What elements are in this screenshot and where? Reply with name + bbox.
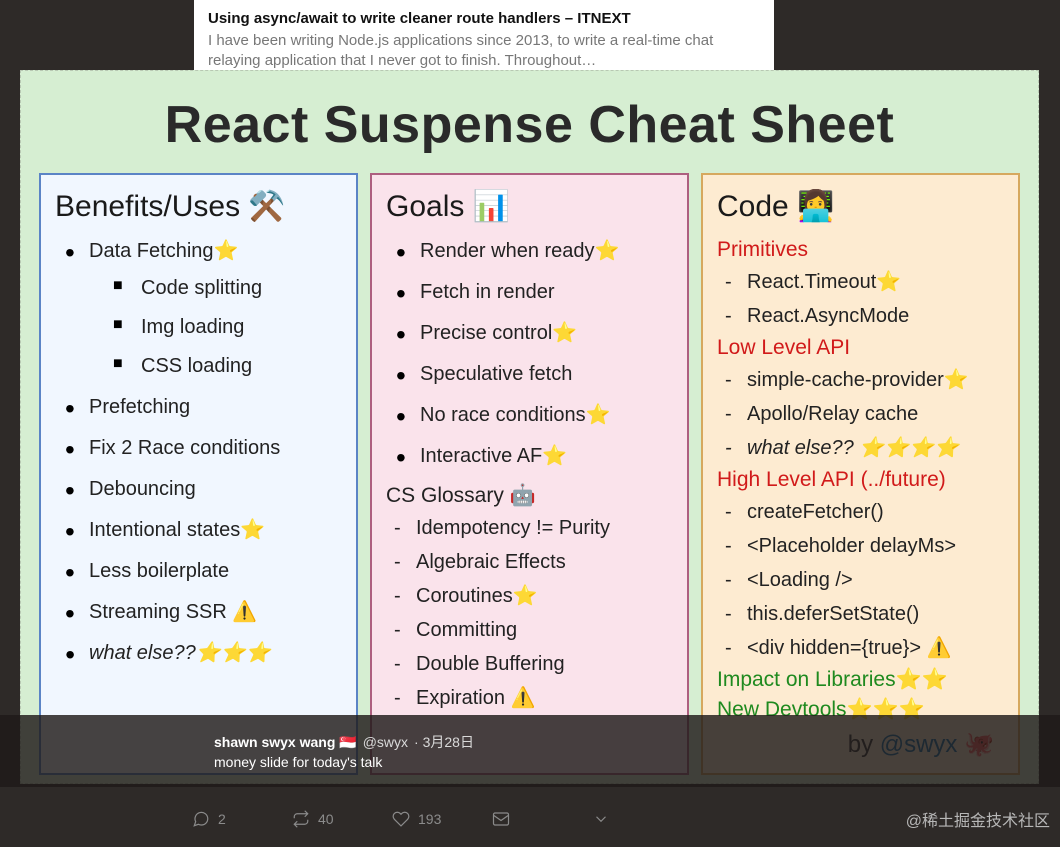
list-item: React.AsyncMode bbox=[719, 302, 1004, 330]
list-item: Precise control⭐ bbox=[394, 320, 673, 347]
watermark: @稀土掘金技术社区 bbox=[906, 807, 1050, 831]
reply-count: 2 bbox=[218, 811, 226, 827]
highlevel-label: High Level API (../future) bbox=[717, 468, 1004, 492]
article-title: Using async/await to write cleaner route… bbox=[208, 10, 760, 27]
impact-label: Impact on Libraries⭐⭐ bbox=[717, 668, 1004, 692]
list-item: React.Timeout⭐ bbox=[719, 268, 1004, 296]
article-description: I have been writing Node.js applications… bbox=[208, 31, 760, 72]
reply-icon bbox=[192, 810, 210, 828]
envelope-icon bbox=[492, 810, 510, 828]
list-item: this.deferSetState() bbox=[719, 600, 1004, 628]
list-item: Committing bbox=[388, 616, 673, 644]
benefits-list: Data Fetching⭐ Code splitting Img loadin… bbox=[55, 238, 342, 667]
benefits-sublist: Code splitting Img loading CSS loading bbox=[89, 275, 342, 380]
like-count: 193 bbox=[418, 811, 441, 827]
primitives-list: React.Timeout⭐ React.AsyncMode bbox=[717, 268, 1004, 330]
list-item: Coroutines⭐ bbox=[388, 582, 673, 610]
list-item: <div hidden={true}> ⚠️ bbox=[719, 634, 1004, 662]
list-item: Fix 2 Race conditions bbox=[63, 435, 342, 462]
tweet-header: shawn swyx wang 🇸🇬 @swyx · 3月28日 bbox=[214, 732, 1060, 752]
like-button[interactable]: 193 bbox=[392, 810, 492, 828]
retweet-count: 40 bbox=[318, 811, 334, 827]
list-item: Apollo/Relay cache bbox=[719, 400, 1004, 428]
list-item: Algebraic Effects bbox=[388, 548, 673, 576]
benefits-heading: Benefits/Uses ⚒️ bbox=[55, 189, 342, 224]
tweet-author-handle[interactable]: @swyx bbox=[363, 734, 408, 750]
tweet-date: · 3月28日 bbox=[414, 732, 474, 752]
goals-list: Render when ready⭐ Fetch in render Preci… bbox=[386, 238, 673, 470]
glossary-list: Idempotency != Purity Algebraic Effects … bbox=[386, 514, 673, 712]
column-benefits: Benefits/Uses ⚒️ Data Fetching⭐ Code spl… bbox=[39, 173, 358, 775]
list-item: Code splitting bbox=[113, 275, 342, 302]
goals-heading: Goals 📊 bbox=[386, 189, 673, 224]
list-item: Streaming SSR ⚠️ bbox=[63, 599, 342, 626]
list-item: CSS loading bbox=[113, 353, 342, 380]
slide-columns: Benefits/Uses ⚒️ Data Fetching⭐ Code spl… bbox=[39, 173, 1020, 775]
heart-icon bbox=[392, 810, 410, 828]
glossary-heading: CS Glossary 🤖 bbox=[386, 484, 673, 508]
list-item: Img loading bbox=[113, 314, 342, 341]
primitives-label: Primitives bbox=[717, 238, 1004, 262]
dm-button[interactable] bbox=[492, 810, 592, 828]
slide-title: React Suspense Cheat Sheet bbox=[39, 95, 1020, 155]
list-item: Expiration ⚠️ bbox=[388, 684, 673, 712]
list-item: what else??⭐⭐⭐ bbox=[63, 640, 342, 667]
reply-button[interactable]: 2 bbox=[192, 810, 292, 828]
chevron-down-icon bbox=[592, 810, 610, 828]
list-item: Intentional states⭐ bbox=[63, 517, 342, 544]
list-item: <Loading /> bbox=[719, 566, 1004, 594]
list-item: simple-cache-provider⭐ bbox=[719, 366, 1004, 394]
list-item: Data Fetching⭐ Code splitting Img loadin… bbox=[63, 238, 342, 380]
lowlevel-label: Low Level API bbox=[717, 336, 1004, 360]
retweet-icon bbox=[292, 810, 310, 828]
tweet-overlay: shawn swyx wang 🇸🇬 @swyx · 3月28日 money s… bbox=[0, 715, 1060, 787]
lowlevel-list: simple-cache-provider⭐ Apollo/Relay cach… bbox=[717, 366, 1004, 462]
tweet-author-name[interactable]: shawn swyx wang 🇸🇬 bbox=[214, 734, 357, 751]
column-goals: Goals 📊 Render when ready⭐ Fetch in rend… bbox=[370, 173, 689, 775]
tweet-text: money slide for today's talk bbox=[214, 754, 1060, 770]
list-item: Double Buffering bbox=[388, 650, 673, 678]
list-item: what else?? ⭐⭐⭐⭐ bbox=[719, 434, 1004, 462]
tweet-actions: 2 40 193 bbox=[192, 803, 770, 835]
highlevel-list: createFetcher() <Placeholder delayMs> <L… bbox=[717, 498, 1004, 662]
slide: React Suspense Cheat Sheet Benefits/Uses… bbox=[20, 70, 1039, 784]
list-item: Interactive AF⭐ bbox=[394, 443, 673, 470]
list-item: createFetcher() bbox=[719, 498, 1004, 526]
more-button[interactable] bbox=[592, 810, 632, 828]
list-item: No race conditions⭐ bbox=[394, 402, 673, 429]
list-item: Debouncing bbox=[63, 476, 342, 503]
code-heading: Code 👩‍💻 bbox=[717, 189, 1004, 224]
list-item: Render when ready⭐ bbox=[394, 238, 673, 265]
list-item: Speculative fetch bbox=[394, 361, 673, 388]
column-code: Code 👩‍💻 Primitives React.Timeout⭐ React… bbox=[701, 173, 1020, 775]
list-item: Less boilerplate bbox=[63, 558, 342, 585]
list-item: <Placeholder delayMs> bbox=[719, 532, 1004, 560]
retweet-button[interactable]: 40 bbox=[292, 810, 392, 828]
list-item: Fetch in render bbox=[394, 279, 673, 306]
list-item: Prefetching bbox=[63, 394, 342, 421]
list-item: Idempotency != Purity bbox=[388, 514, 673, 542]
